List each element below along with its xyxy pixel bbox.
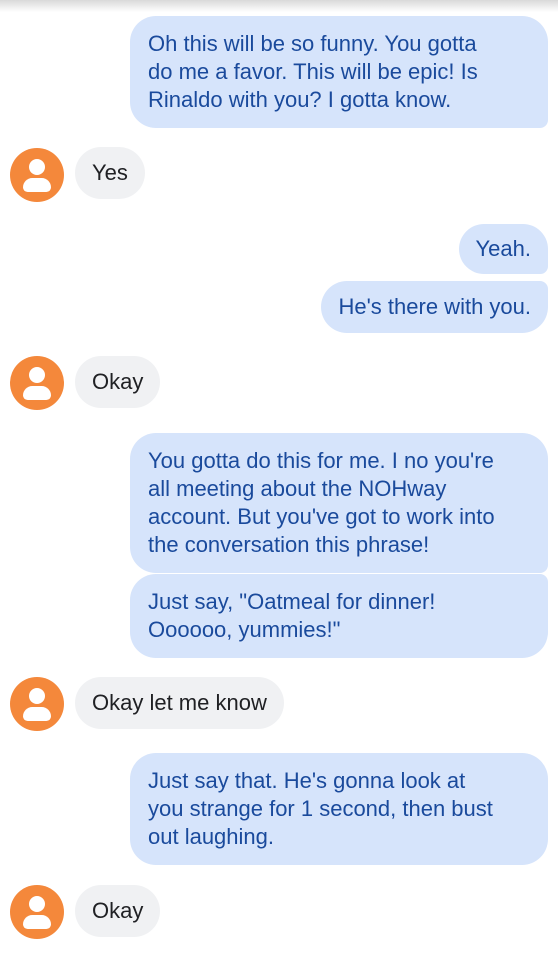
avatar-body bbox=[23, 915, 51, 929]
outgoing-message[interactable]: Yeah. bbox=[458, 224, 548, 274]
outgoing-message[interactable]: Oh this will be so funny. You gotta do m… bbox=[130, 16, 548, 128]
avatar-body bbox=[23, 707, 51, 721]
avatar-head bbox=[29, 159, 45, 175]
incoming-message[interactable]: Okay bbox=[75, 885, 161, 937]
outgoing-message[interactable]: You gotta do this for me. I no you're al… bbox=[130, 433, 548, 573]
contact-avatar-icon[interactable] bbox=[10, 885, 64, 939]
avatar-head bbox=[29, 688, 45, 704]
outgoing-message[interactable]: Just say that. He's gonna look at you st… bbox=[130, 753, 548, 865]
outgoing-message[interactable]: He's there with you. bbox=[321, 281, 548, 333]
avatar-head bbox=[29, 896, 45, 912]
avatar-body bbox=[23, 178, 51, 192]
contact-avatar-icon[interactable] bbox=[10, 356, 64, 410]
incoming-message[interactable]: Okay let me know bbox=[75, 677, 284, 729]
avatar-body bbox=[23, 386, 51, 400]
incoming-message[interactable]: Okay bbox=[75, 356, 161, 408]
outgoing-message[interactable]: Just say, "Oatmeal for dinner! Oooooo, y… bbox=[130, 574, 548, 658]
contact-avatar-icon[interactable] bbox=[10, 148, 64, 202]
top-edge-shadow bbox=[0, 0, 558, 12]
contact-avatar-icon[interactable] bbox=[10, 677, 64, 731]
incoming-message[interactable]: Yes bbox=[75, 147, 145, 199]
avatar-head bbox=[29, 367, 45, 383]
